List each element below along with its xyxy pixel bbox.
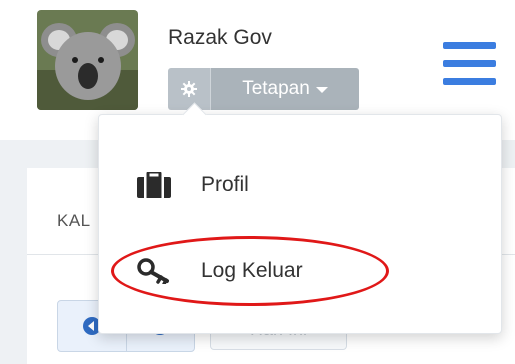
panel-title: KAL [57,211,91,230]
koala-avatar-image [37,10,138,110]
hamburger-line [443,42,496,49]
key-icon [137,258,171,284]
hamburger-menu-button[interactable] [443,42,496,85]
hamburger-line [443,78,496,85]
user-name: Razak Gov [168,26,272,49]
menu-item-profile-label: Profil [201,173,249,196]
menu-item-profile[interactable]: Profil [99,155,501,215]
menu-item-logout[interactable]: Log Keluar [99,241,501,301]
hamburger-line [443,60,496,67]
caret-down-icon [315,87,328,93]
gear-icon [181,81,197,97]
menu-item-logout-label: Log Keluar [201,259,303,282]
gear-icon-wrap [168,68,211,110]
avatar[interactable] [37,10,138,110]
settings-dropdown-menu: Profil Log Keluar [98,114,502,334]
settings-label-wrap: Tetapan [211,68,359,110]
briefcase-icon [137,172,171,198]
settings-label: Tetapan [242,78,310,99]
